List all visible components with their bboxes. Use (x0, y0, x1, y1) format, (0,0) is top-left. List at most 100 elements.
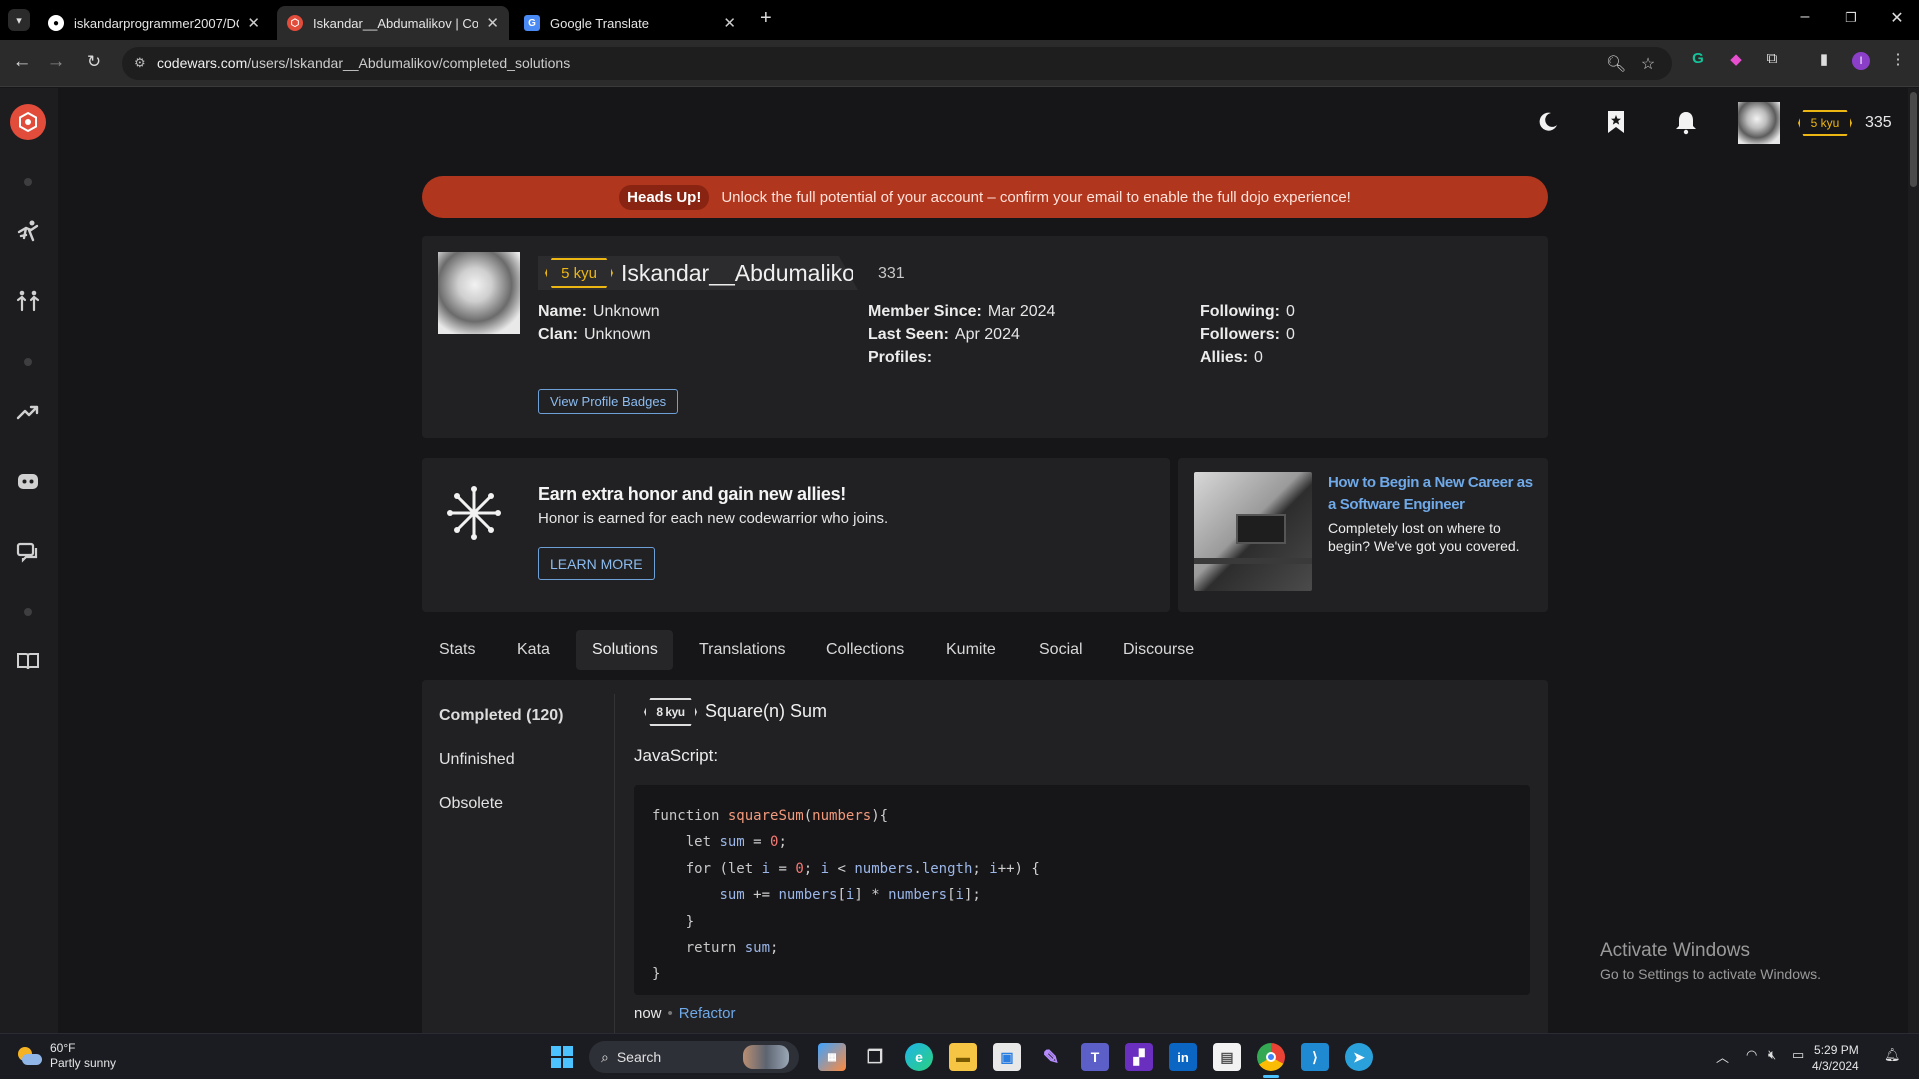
tab-discourse[interactable]: Discourse (1107, 630, 1210, 670)
profile-allies: Allies: 0 (1200, 349, 1263, 366)
leaderboard-trend-icon[interactable] (12, 396, 44, 428)
learn-more-button[interactable]: LEARN MORE (538, 547, 655, 580)
tray-overflow-icon[interactable]: ︿ (1716, 1047, 1729, 1066)
windows-taskbar: 60°F Partly sunny ⌕ Search ▦ ❐ e ▬ ▣ ✎ T … (0, 1033, 1919, 1079)
forward-icon[interactable]: → (44, 51, 68, 73)
zoom-icon[interactable]: 🔍︎ (1606, 54, 1626, 74)
browser-tab-google-translate[interactable]: G Google Translate ✕ (514, 6, 746, 40)
tab-collections[interactable]: Collections (810, 630, 920, 670)
profile-member-since: Member Since: Mar 2024 (868, 303, 1056, 320)
file-explorer-icon[interactable]: ▬ (949, 1043, 977, 1071)
notifications-bell-icon[interactable] (1672, 108, 1700, 136)
windows-start-icon[interactable] (548, 1043, 576, 1071)
microsoft-store-icon[interactable]: ▣ (993, 1043, 1021, 1071)
filter-obsolete[interactable]: Obsolete (439, 795, 503, 813)
reload-icon[interactable]: ↻ (82, 52, 106, 72)
taskbar-search[interactable]: ⌕ Search (589, 1041, 799, 1073)
codewars-sidebar (0, 88, 58, 1033)
sidebar-separator (24, 358, 32, 366)
profile-clan: Clan: Unknown (538, 326, 651, 343)
kata-rank-badge: 8 kyu (644, 698, 697, 726)
partly-sunny-icon (16, 1045, 42, 1067)
weather-widget[interactable]: 60°F Partly sunny (16, 1041, 116, 1071)
kata-title-link[interactable]: Square(n) Sum (705, 701, 827, 722)
discord-icon[interactable] (12, 466, 44, 498)
code-block: function squareSum(numbers){ let sum = 0… (634, 785, 1530, 995)
docs-book-icon[interactable] (12, 645, 44, 677)
google-translate-icon: G (524, 15, 540, 31)
bookmark-star-icon[interactable]: ☆ (1638, 54, 1658, 74)
sidebar-separator (24, 608, 32, 616)
tab-stats[interactable]: Stats (423, 630, 491, 670)
task-view-icon[interactable]: ❐ (861, 1043, 889, 1071)
header-rank-badge[interactable]: 5 kyu (1798, 110, 1852, 136)
tab-social[interactable]: Social (1023, 630, 1099, 670)
refactor-link[interactable]: Refactor (679, 1005, 736, 1022)
confirm-email-banner: Heads Up! Unlock the full potential of y… (422, 176, 1548, 218)
browser-menu-icon[interactable]: ⋮ (1888, 50, 1908, 70)
activate-subtitle: Go to Settings to activate Windows. (1600, 966, 1821, 982)
view-profile-badges-button[interactable]: View Profile Badges (538, 389, 679, 414)
profile-avatar-icon[interactable]: I (1852, 52, 1870, 70)
purple-app-icon[interactable]: ▞ (1125, 1043, 1153, 1071)
codewars-logo-icon[interactable] (10, 104, 46, 140)
article-title-link[interactable]: How to Begin a New Career as a Software … (1328, 472, 1538, 516)
notepad-icon[interactable]: ▤ (1213, 1043, 1241, 1071)
bookmark-icon[interactable] (1602, 108, 1630, 136)
profile-avatar (438, 252, 520, 334)
new-tab-icon[interactable]: + (760, 7, 772, 30)
filter-unfinished[interactable]: Unfinished (439, 751, 515, 769)
vscode-icon[interactable]: ⟩ (1301, 1043, 1329, 1071)
feather-app-icon[interactable]: ✎ (1037, 1043, 1065, 1071)
tab-translations[interactable]: Translations (683, 630, 802, 670)
close-tab-icon[interactable]: ✕ (486, 14, 499, 32)
weather-temp: 60°F (50, 1041, 76, 1055)
chrome-active-indicator (1263, 1075, 1279, 1078)
browser-tab-codewars[interactable]: ⬡ Iskandar__Abdumalikov | Codew ✕ (277, 6, 509, 40)
grammarly-extension-icon[interactable]: G (1688, 50, 1708, 70)
teams-icon[interactable]: T (1081, 1043, 1109, 1071)
tab-list-dropdown-icon[interactable]: ▾ (8, 9, 30, 31)
address-bar[interactable]: ⚙ codewars.com/users/Iskandar__Abdumalik… (122, 47, 1672, 80)
tab-kata[interactable]: Kata (501, 630, 566, 670)
edge-icon[interactable]: e (905, 1043, 933, 1071)
profile-honor: 331 (878, 265, 905, 282)
taskbar-clock[interactable]: 5:29 PM 4/3/2024 (1812, 1042, 1859, 1074)
page-scrollbar[interactable] (1908, 88, 1919, 1033)
tab-kumite[interactable]: Kumite (930, 630, 1012, 670)
chrome-icon[interactable] (1257, 1043, 1285, 1071)
tab-solutions[interactable]: Solutions (576, 630, 673, 670)
volume-muted-icon[interactable]: 🔇︎ (1768, 1047, 1776, 1063)
site-info-icon[interactable]: ⚙ (134, 55, 146, 71)
widgets-icon[interactable]: ▦ (818, 1043, 846, 1071)
minimize-icon[interactable]: – (1795, 8, 1815, 26)
filter-completed[interactable]: Completed (120) (439, 707, 563, 725)
dark-mode-moon-icon[interactable] (1534, 108, 1562, 136)
forum-chat-icon[interactable] (12, 536, 44, 568)
browser-toolbar: ← → ↻ ⚙ codewars.com/users/Iskandar__Abd… (0, 40, 1919, 87)
github-icon: ● (48, 15, 64, 31)
user-avatar[interactable] (1738, 102, 1780, 144)
close-tab-icon[interactable]: ✕ (723, 14, 736, 32)
close-window-icon[interactable]: ✕ (1887, 8, 1907, 28)
referral-promo-card (422, 458, 1170, 612)
battery-icon[interactable]: ▭ (1792, 1047, 1804, 1063)
scrollbar-thumb[interactable] (1910, 92, 1917, 187)
telegram-icon[interactable]: ➤ (1345, 1043, 1373, 1071)
side-panel-icon[interactable]: ▮ (1814, 50, 1834, 70)
notification-bell-icon[interactable]: 🔔︎ (1884, 1047, 1901, 1063)
codewars-icon: ⬡ (287, 15, 303, 31)
back-icon[interactable]: ← (10, 51, 34, 73)
article-thumbnail[interactable] (1194, 472, 1312, 591)
browser-tab-github[interactable]: ● iskandarprogrammer2007/DOM ✕ (38, 6, 270, 40)
linkedin-icon[interactable]: in (1169, 1043, 1197, 1071)
training-icon[interactable] (12, 215, 44, 247)
practice-icon[interactable] (12, 285, 44, 317)
extensions-puzzle-icon[interactable]: ⧉ (1762, 50, 1782, 70)
color-extension-icon[interactable]: ◆ (1726, 50, 1746, 70)
wifi-icon[interactable]: ◠ (1746, 1047, 1757, 1063)
close-tab-icon[interactable]: ✕ (247, 14, 260, 32)
restore-icon[interactable]: ❐ (1841, 10, 1861, 26)
profile-last-seen: Last Seen: Apr 2024 (868, 326, 1020, 343)
solution-footer: now • Refactor (634, 1005, 736, 1022)
